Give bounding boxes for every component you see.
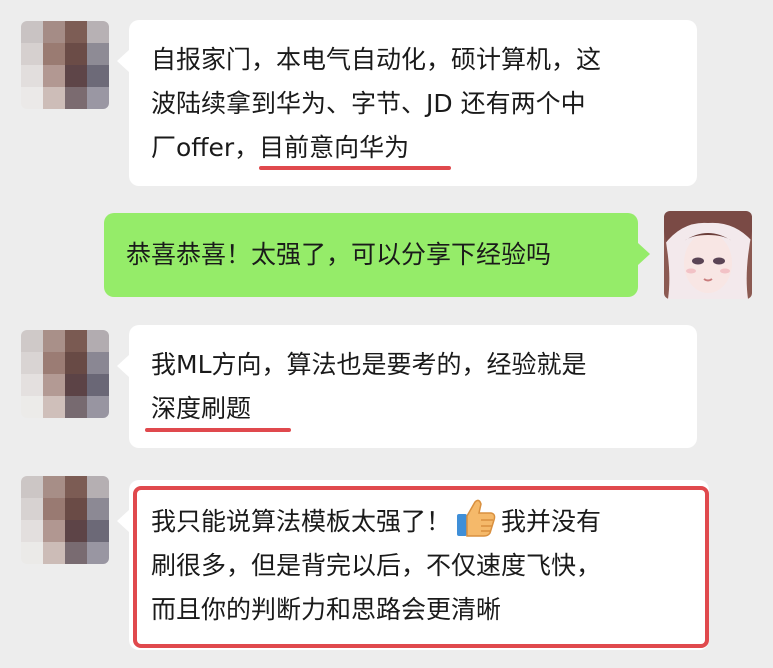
highlight-underline bbox=[259, 166, 451, 170]
message-text: 波陆续拿到华为、字节、JD 还有两个中 bbox=[151, 89, 586, 118]
message-text: 自报家门，本电气自动化，硕计算机，这 bbox=[151, 45, 602, 74]
self-avatar[interactable] bbox=[664, 211, 752, 299]
chat-window: 自报家门，本电气自动化，硕计算机，这 波陆续拿到华为、字节、JD 还有两个中 厂… bbox=[0, 0, 773, 668]
highlight-underline bbox=[145, 428, 291, 432]
message-text: 恭喜恭喜！太强了，可以分享下经验吗 bbox=[126, 240, 552, 269]
message-text: 厂offer，目前意向华为 bbox=[151, 133, 410, 162]
message-bubble-self[interactable]: 恭喜恭喜！太强了，可以分享下经验吗 bbox=[104, 213, 650, 297]
highlight-box bbox=[133, 486, 709, 648]
anime-avatar-icon bbox=[664, 211, 752, 299]
avatar[interactable] bbox=[21, 21, 109, 109]
message-bubble[interactable]: 自报家门，本电气自动化，硕计算机，这 波陆续拿到华为、字节、JD 还有两个中 厂… bbox=[117, 20, 697, 186]
message-text: 我ML方向，算法也是要考的，经验就是 bbox=[151, 350, 587, 379]
avatar[interactable] bbox=[21, 330, 109, 418]
avatar[interactable] bbox=[21, 476, 109, 564]
message-text: 深度刷题 bbox=[151, 394, 252, 423]
